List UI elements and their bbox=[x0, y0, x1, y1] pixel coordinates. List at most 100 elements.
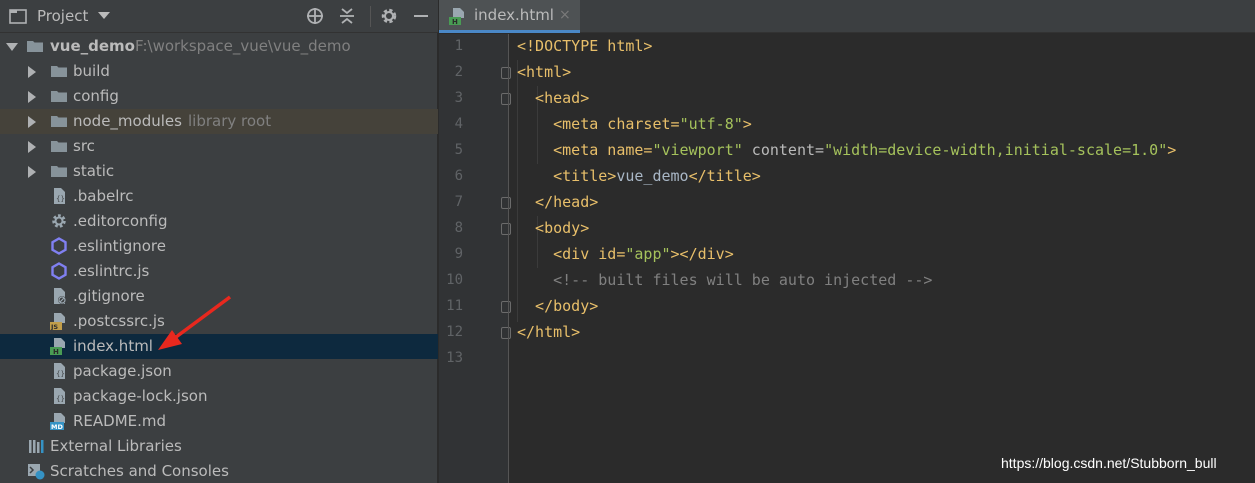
tree-item-label: vue_demo bbox=[50, 37, 135, 55]
code-token: <meta name= bbox=[517, 141, 653, 159]
tree-item-eslintrc[interactable]: .eslintrc.js bbox=[0, 259, 438, 284]
tree-item-external-libraries[interactable]: External Libraries bbox=[0, 434, 438, 459]
code-token: <html> bbox=[517, 63, 572, 81]
code-line[interactable]: <title>vue_demo</title> bbox=[517, 167, 761, 185]
minimize-icon[interactable] bbox=[411, 6, 431, 26]
collapsed-arrow-icon[interactable] bbox=[28, 166, 36, 178]
folder-icon bbox=[27, 41, 43, 52]
tree-item-label: Scratches and Consoles bbox=[50, 462, 229, 480]
annotation-arrow bbox=[158, 295, 232, 350]
fold-marker-icon[interactable] bbox=[501, 223, 511, 235]
libraries-icon bbox=[29, 440, 44, 453]
fold-marker-icon[interactable] bbox=[501, 93, 511, 105]
line-number: 1 bbox=[454, 38, 463, 54]
line-number: 10 bbox=[446, 272, 463, 288]
code-token: </body> bbox=[517, 297, 599, 315]
library-root-hint: library root bbox=[188, 112, 272, 130]
tree-item-editorconfig[interactable]: .editorconfig bbox=[0, 209, 438, 234]
ignore-file-icon bbox=[54, 288, 66, 304]
tree-item-vue-demo[interactable]: vue_demo F:\workspace_vue\vue_demo bbox=[0, 34, 438, 59]
eslint-icon bbox=[51, 237, 67, 255]
js-file-icon: JS bbox=[50, 313, 65, 330]
tree-item-scratches[interactable]: Scratches and Consoles bbox=[0, 459, 438, 483]
project-window-icon bbox=[9, 9, 27, 24]
code-line[interactable]: <body> bbox=[517, 219, 589, 237]
code-line[interactable]: <head> bbox=[517, 89, 589, 107]
eslint-icon bbox=[51, 262, 67, 280]
folder-icon bbox=[51, 91, 67, 102]
svg-text:{}: {} bbox=[56, 370, 65, 378]
line-number-gutter: 1 2 3 4 5 6 7 8 9 10 11 12 13 bbox=[439, 34, 511, 483]
collapsed-arrow-icon[interactable] bbox=[28, 91, 36, 103]
tree-item-eslintignore[interactable]: .eslintignore bbox=[0, 234, 438, 259]
code-token: "utf-8" bbox=[679, 115, 743, 133]
json-file-icon: {} bbox=[54, 363, 65, 379]
svg-text:{}: {} bbox=[56, 195, 65, 203]
tree-item-babelrc[interactable]: {} .babelrc bbox=[0, 184, 438, 209]
svg-text:H: H bbox=[452, 18, 458, 25]
code-token: <body> bbox=[517, 219, 590, 237]
tree-item-src[interactable]: src bbox=[0, 134, 438, 159]
code-token: "viewport" bbox=[652, 141, 743, 159]
locate-icon[interactable] bbox=[305, 6, 325, 26]
code-line[interactable]: <!-- built files will be auto injected -… bbox=[517, 271, 932, 289]
code-token: </title> bbox=[688, 167, 761, 185]
tree-item-package-json[interactable]: {} package.json bbox=[0, 359, 438, 384]
html-file-icon: H bbox=[449, 8, 464, 25]
code-line[interactable]: <meta charset="utf-8"> bbox=[517, 115, 752, 133]
code-line[interactable]: <meta name="viewport" content="width=dev… bbox=[517, 141, 1176, 159]
code-token: vue_demo bbox=[616, 167, 689, 185]
code-line[interactable]: <div id="app"></div> bbox=[517, 245, 734, 263]
collapsed-arrow-icon[interactable] bbox=[28, 116, 36, 128]
html-file-icon: H bbox=[50, 338, 65, 355]
close-icon[interactable]: × bbox=[559, 7, 571, 23]
tab-index-html[interactable]: H index.html × bbox=[439, 0, 580, 33]
fold-marker-icon[interactable] bbox=[501, 327, 511, 339]
svg-text:{}: {} bbox=[56, 395, 65, 403]
tree-item-label: config bbox=[73, 87, 119, 105]
folder-icon bbox=[51, 66, 67, 77]
code-token: </head> bbox=[517, 193, 599, 211]
code-line[interactable]: </html> bbox=[517, 323, 580, 341]
line-number: 9 bbox=[454, 246, 463, 262]
folder-icon bbox=[51, 141, 67, 152]
line-number: 6 bbox=[454, 168, 463, 184]
markdown-file-icon: MD bbox=[50, 413, 65, 430]
editor-tab-bar: H index.html × bbox=[439, 0, 1255, 33]
fold-marker-icon[interactable] bbox=[501, 67, 511, 79]
svg-text:H: H bbox=[53, 348, 59, 355]
line-number: 4 bbox=[454, 116, 463, 132]
chevron-down-icon[interactable] bbox=[98, 12, 110, 19]
json-file-icon: {} bbox=[54, 388, 65, 404]
collapsed-arrow-icon[interactable] bbox=[28, 66, 36, 78]
code-line[interactable]: </body> bbox=[517, 297, 598, 315]
line-number: 8 bbox=[454, 220, 463, 236]
expanded-arrow-icon[interactable] bbox=[6, 43, 18, 51]
tree-item-static[interactable]: static bbox=[0, 159, 438, 184]
line-number: 12 bbox=[446, 324, 463, 340]
code-line[interactable]: <html> bbox=[517, 63, 571, 81]
editor: H index.html × 1 2 3 4 5 6 7 8 9 10 11 1… bbox=[439, 0, 1255, 483]
fold-marker-icon[interactable] bbox=[501, 197, 511, 209]
collapsed-arrow-icon[interactable] bbox=[28, 141, 36, 153]
code-line[interactable]: </head> bbox=[517, 193, 598, 211]
code-token: > bbox=[1167, 141, 1177, 159]
tree-item-label: .babelrc bbox=[73, 187, 134, 205]
tree-item-package-lock-json[interactable]: {} package-lock.json bbox=[0, 384, 438, 409]
tree-item-node-modules[interactable]: node_modules library root bbox=[0, 109, 438, 134]
tree-item-label: index.html bbox=[73, 337, 153, 355]
tree-item-build[interactable]: build bbox=[0, 59, 438, 84]
svg-text:JS: JS bbox=[50, 323, 58, 330]
tree-item-label: static bbox=[73, 162, 115, 180]
folder-icon bbox=[51, 116, 67, 127]
fold-marker-icon[interactable] bbox=[501, 301, 511, 313]
tree-item-config[interactable]: config bbox=[0, 84, 438, 109]
gear-icon[interactable] bbox=[379, 6, 399, 26]
line-number: 3 bbox=[454, 90, 463, 106]
code-line[interactable]: <!DOCTYPE html> bbox=[517, 37, 652, 55]
svg-text:MD: MD bbox=[51, 423, 63, 430]
project-panel-title[interactable]: Project bbox=[37, 7, 88, 25]
tree-item-label: package.json bbox=[73, 362, 172, 380]
collapse-all-icon[interactable] bbox=[337, 6, 357, 26]
tree-item-readme[interactable]: MD README.md bbox=[0, 409, 438, 434]
